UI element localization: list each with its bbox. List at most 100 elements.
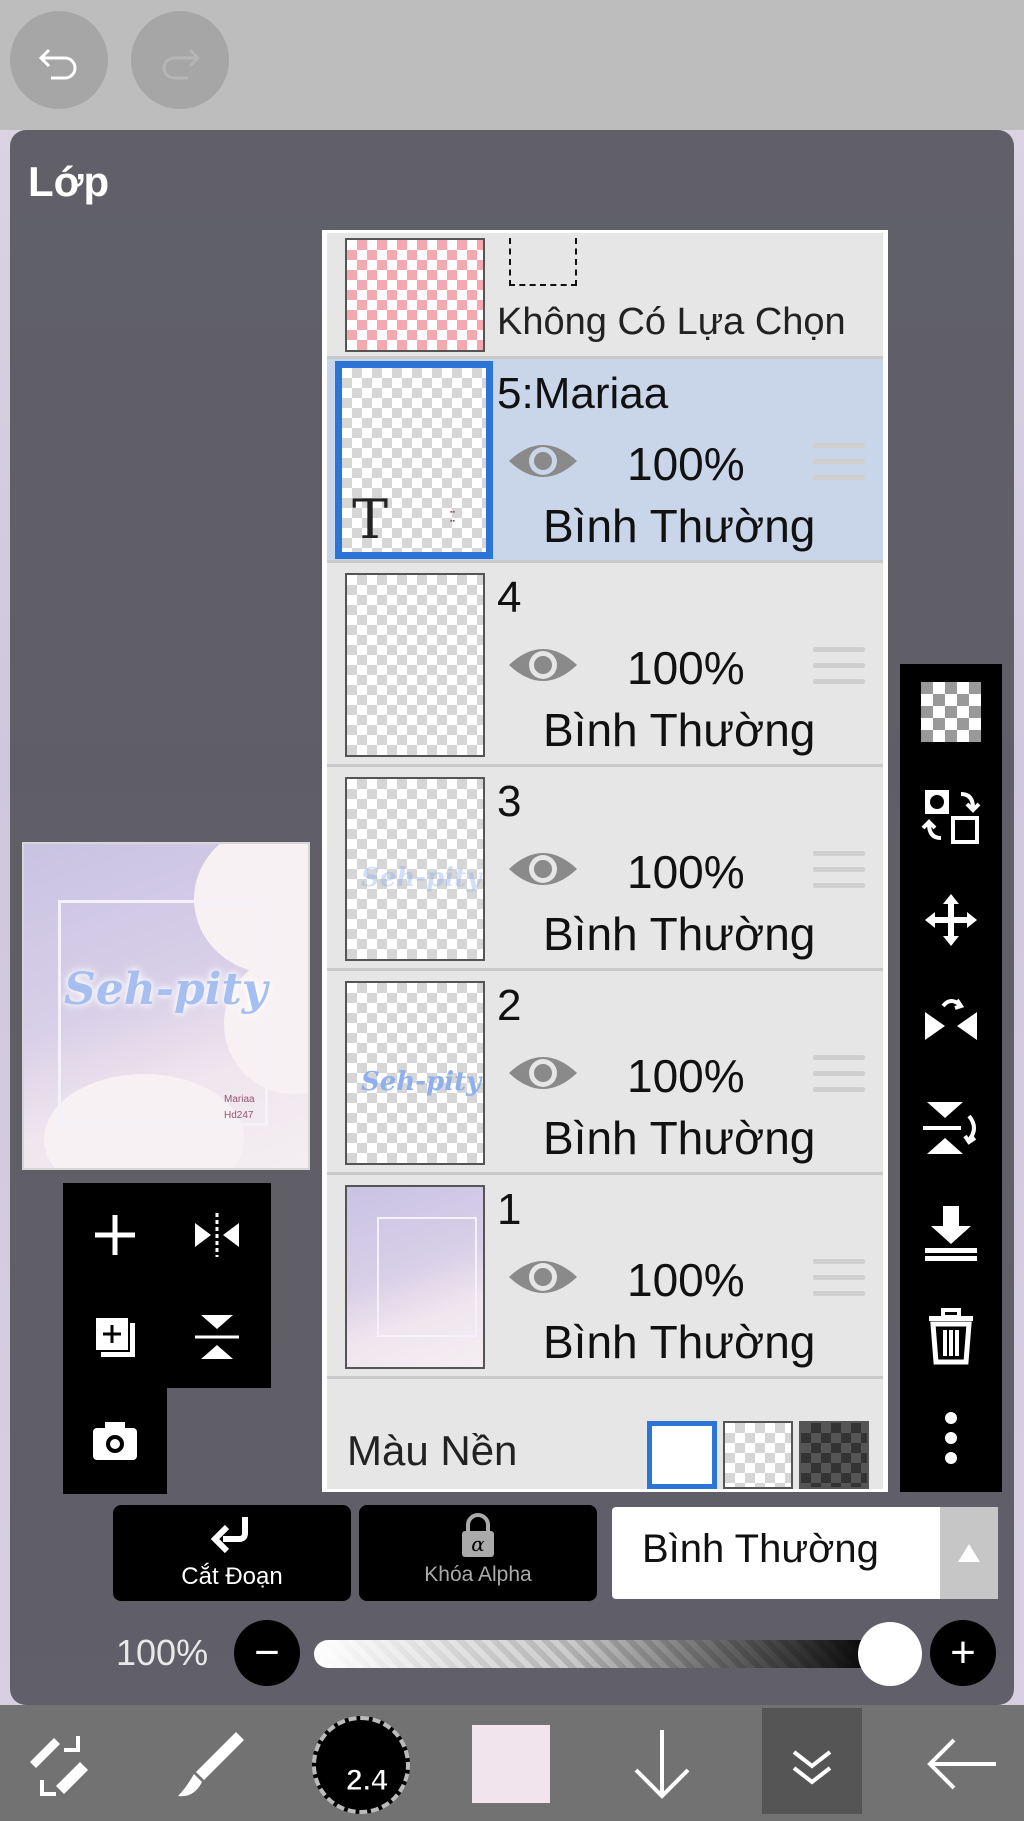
layer-row-2[interactable]: Seh-pity 2 100% Bình Thường [327,971,883,1175]
redo-button[interactable] [131,11,229,109]
layer-list[interactable]: Không Có Lựa Chọn T ▪▪ ▪▪ 5:Mariaa 100% B… [322,230,888,1492]
drag-handle-icon[interactable] [813,443,865,485]
background-white-swatch[interactable] [647,1421,717,1489]
move-layer-button[interactable] [921,890,981,950]
drag-handle-icon[interactable] [813,1055,865,1097]
background-dark-swatch[interactable] [799,1421,869,1489]
layer-name[interactable]: 2 [497,981,521,1031]
opacity-slider-knob[interactable] [858,1622,922,1686]
transparency-button[interactable] [921,682,981,742]
selection-layer-row[interactable]: Không Có Lựa Chọn [327,233,883,359]
drag-handle-icon[interactable] [813,647,865,689]
flip-vertical-layer-button[interactable] [187,1307,247,1367]
layer-opacity: 100% [627,846,745,898]
trash-icon [929,1308,973,1365]
layer-row-4[interactable]: 4 100% Bình Thường [327,563,883,767]
swap-layer-button[interactable] [921,786,981,846]
current-color-swatch[interactable] [472,1725,550,1803]
brush-icon [178,1732,244,1797]
eye-icon[interactable] [505,433,581,489]
pen-eraser-icon [30,1736,88,1796]
undo-button[interactable] [10,11,108,109]
layer-row-1[interactable]: 1 100% Bình Thường [327,1175,883,1379]
delete-layer-button[interactable] [921,1306,981,1366]
layer-thumbnail: T ▪▪ ▪▪ [335,361,493,559]
layer-blend-mode: Bình Thường [543,704,816,756]
drag-handle-icon[interactable] [813,1259,865,1301]
alpha-lock-button[interactable]: α Khóa Alpha [359,1505,597,1601]
plus-icon: + [950,1628,976,1677]
double-chevron-down-icon [792,1750,832,1785]
layer-row-3[interactable]: Seh-pity 3 100% Bình Thường [327,767,883,971]
layer-name[interactable]: 3 [497,777,521,827]
plus-icon [95,1215,135,1255]
opacity-label: 100% [116,1632,209,1673]
layer-down-button[interactable] [618,1720,706,1808]
brush-tool-button[interactable] [166,1720,254,1808]
eye-icon[interactable] [505,1249,581,1305]
undo-icon [38,48,77,80]
svg-text:α: α [471,1532,485,1556]
layer-tools-left-camera [63,1388,167,1494]
move-arrows-icon [925,894,977,946]
duplicate-layer-button[interactable] [85,1307,145,1367]
more-vertical-icon [945,1412,957,1464]
layer-name[interactable]: 1 [497,1185,521,1235]
alpha-lock-label: Khóa Alpha [424,1563,532,1586]
layer-tools-left [63,1183,271,1388]
layer-name[interactable]: 4 [497,573,521,623]
minus-icon: − [254,1628,280,1677]
layer-opacity: 100% [627,1050,745,1102]
eye-icon[interactable] [505,637,581,693]
blend-mode-select[interactable]: Bình Thường [612,1507,998,1599]
flip-vertical-icon [923,1102,977,1154]
flip-vertical-icon [195,1315,239,1359]
back-button[interactable] [918,1720,1006,1808]
drag-handle-icon[interactable] [813,851,865,893]
layer-thumbnail [345,573,485,757]
layer-list-content: Không Có Lựa Chọn T ▪▪ ▪▪ 5:Mariaa 100% B… [327,233,883,1489]
more-options-button[interactable] [921,1408,981,1468]
blend-mode-dropdown[interactable] [940,1507,998,1599]
merge-down-icon [925,1206,977,1261]
tool-switch-button[interactable] [16,1720,104,1808]
layer-tools-right [900,664,1002,1492]
selection-thumbnail [345,238,485,352]
thumbnail-script-text: Seh-pity [361,1067,482,1097]
layer-thumbnail: Seh-pity [345,981,485,1165]
background-color-label: Màu Nền [347,1427,518,1474]
eye-icon[interactable] [505,841,581,897]
layer-blend-mode: Bình Thường [543,1316,816,1368]
flip-vertical-button[interactable] [921,1098,981,1158]
opacity-increase-button[interactable]: + [930,1620,996,1686]
flip-horizontal-icon [925,998,977,1040]
import-photo-button[interactable] [85,1410,145,1470]
clipping-button[interactable]: Cắt Đoạn [113,1505,351,1601]
thumbnail-script-text: Seh-pity [361,863,482,893]
opacity-slider[interactable] [314,1640,880,1668]
layer-blend-mode: Bình Thường [543,1112,816,1164]
opacity-decrease-button[interactable]: − [234,1620,300,1686]
triangle-up-icon [958,1544,980,1562]
swap-icon [921,790,981,844]
layer-panel-toggle-button[interactable] [768,1720,856,1808]
layer-row-5[interactable]: T ▪▪ ▪▪ 5:Mariaa 100% Bình Thường [327,359,883,563]
eye-icon[interactable] [505,1045,581,1101]
flip-horizontal-button[interactable] [921,994,981,1054]
flip-horizontal-icon [195,1213,239,1257]
lock-icon: α [462,1513,494,1557]
layer-opacity: 100% [627,438,745,490]
preview-script-text: Seh-pity [64,964,268,1015]
layer-name[interactable]: 5:Mariaa [497,369,668,419]
background-transparent-swatch[interactable] [723,1421,793,1489]
flip-horizontal-layer-button[interactable] [187,1205,247,1265]
clip-arrow-icon [210,1517,248,1554]
layer-opacity: 100% [627,1254,745,1306]
merge-down-button[interactable] [921,1202,981,1262]
canvas-preview[interactable]: Seh-pity Mariaa Hd247 [22,842,310,1170]
arrow-down-icon [634,1730,690,1799]
layer-blend-mode: Bình Thường [543,908,816,960]
layer-thumbnail: Seh-pity [345,777,485,961]
duplicate-icon [94,1316,135,1357]
add-layer-button[interactable] [85,1205,145,1265]
